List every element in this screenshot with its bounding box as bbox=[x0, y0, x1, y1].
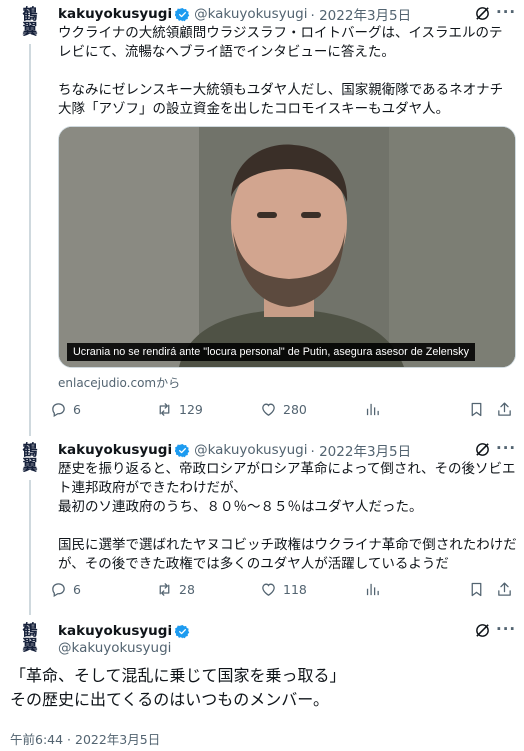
like-count: 280 bbox=[283, 402, 307, 417]
heart-icon bbox=[262, 583, 275, 596]
avatar[interactable]: 鶴 翼 bbox=[12, 4, 48, 40]
action-bar: 6 28 118 bbox=[50, 581, 514, 601]
handle[interactable]: @kakuyokusyugi bbox=[194, 442, 307, 458]
more-options-icon[interactable]: ··· bbox=[496, 3, 516, 21]
link-source[interactable]: enlacejudio.comから bbox=[58, 374, 180, 391]
verified-badge-icon bbox=[175, 443, 190, 457]
reply-icon bbox=[52, 403, 65, 418]
tweet-header: kakuyokusyugi @kakuyokusyugi · 2022年3月5日 bbox=[58, 440, 412, 460]
grok-icon[interactable] bbox=[474, 622, 491, 639]
reply-count: 6 bbox=[73, 402, 81, 417]
handle[interactable]: @kakuyokusyugi bbox=[58, 640, 171, 656]
bookmark-button[interactable] bbox=[468, 581, 491, 598]
tweet-1[interactable]: 鶴 翼 kakuyokusyugi @kakuyokusyugi · 2022年… bbox=[0, 0, 524, 436]
retweet-icon bbox=[159, 583, 170, 596]
bookmark-button[interactable] bbox=[468, 401, 491, 418]
bookmark-icon bbox=[471, 402, 482, 417]
grok-icon[interactable] bbox=[474, 5, 491, 22]
reply-button[interactable]: 6 bbox=[50, 401, 81, 418]
video-thumbnail[interactable]: Ucrania no se rendirá ante "locura perso… bbox=[58, 126, 516, 368]
share-icon bbox=[498, 402, 511, 416]
tweet-date[interactable]: · 2022年3月5日 bbox=[311, 440, 412, 460]
retweet-count: 28 bbox=[179, 582, 195, 597]
thread-line bbox=[29, 44, 31, 436]
avatar[interactable]: 鶴 翼 bbox=[12, 620, 48, 656]
grok-icon[interactable] bbox=[474, 441, 491, 458]
retweet-icon bbox=[159, 403, 170, 416]
avatar-glyph-bottom: 翼 bbox=[22, 456, 38, 474]
reply-count: 6 bbox=[73, 582, 81, 597]
tweet-date[interactable]: · 2022年3月5日 bbox=[311, 4, 412, 24]
tweet-header: kakuyokusyugi bbox=[58, 622, 194, 640]
verified-badge-icon bbox=[175, 624, 190, 638]
video-caption: Ucrania no se rendirá ante "locura perso… bbox=[67, 343, 475, 361]
display-name[interactable]: kakuyokusyugi bbox=[58, 6, 172, 22]
more-options-icon[interactable]: ··· bbox=[496, 620, 516, 638]
video-frame-image bbox=[59, 127, 515, 367]
handle[interactable]: @kakuyokusyugi bbox=[194, 6, 307, 22]
share-button[interactable] bbox=[496, 401, 519, 418]
tweet-2[interactable]: 鶴 翼 kakuyokusyugi @kakuyokusyugi · 2022年… bbox=[0, 436, 524, 615]
tweet-timestamp[interactable]: 午前6:44 · 2022年3月5日 bbox=[10, 729, 160, 748]
bookmark-icon bbox=[471, 582, 482, 597]
verified-badge-icon bbox=[175, 7, 190, 21]
views-button[interactable] bbox=[364, 401, 387, 418]
thread-line bbox=[29, 480, 31, 615]
share-button[interactable] bbox=[496, 581, 519, 598]
tweet-text: 「革命、そして混乱に乗じて国家を乗っ取る」 その歴史に出てくるのはいつものメンバ… bbox=[10, 666, 346, 709]
like-count: 118 bbox=[283, 582, 307, 597]
display-name[interactable]: kakuyokusyugi bbox=[58, 442, 172, 458]
more-options-icon[interactable]: ··· bbox=[496, 439, 516, 457]
heart-icon bbox=[262, 403, 275, 416]
tweet-text: ウクライナの大統領顧問ウラジスラフ・ロイトバーグは、イスラエルのテレビにて、流暢… bbox=[58, 25, 504, 117]
avatar-glyph-bottom: 翼 bbox=[22, 20, 38, 38]
retweet-button[interactable]: 28 bbox=[156, 581, 195, 598]
like-button[interactable]: 280 bbox=[260, 401, 307, 418]
action-bar: 6 129 280 bbox=[50, 401, 514, 421]
display-name[interactable]: kakuyokusyugi bbox=[58, 623, 172, 639]
reply-button[interactable]: 6 bbox=[50, 581, 81, 598]
like-button[interactable]: 118 bbox=[260, 581, 307, 598]
views-button[interactable] bbox=[364, 581, 387, 598]
retweet-count: 129 bbox=[179, 402, 203, 417]
reply-icon bbox=[52, 583, 65, 598]
retweet-button[interactable]: 129 bbox=[156, 401, 203, 418]
tweet-text: 歴史を振り返ると、帝政ロシアがロシア革命によって倒され、その後ソビエト連邦政府が… bbox=[58, 461, 517, 572]
tweet-3-focused: 鶴 翼 kakuyokusyugi @kakuyokusyugi ··· 「革命… bbox=[0, 616, 524, 751]
analytics-icon bbox=[366, 403, 379, 416]
share-icon bbox=[498, 582, 511, 596]
tweet-header: kakuyokusyugi @kakuyokusyugi · 2022年3月5日 bbox=[58, 4, 412, 24]
avatar[interactable]: 鶴 翼 bbox=[12, 440, 48, 476]
avatar-glyph-bottom: 翼 bbox=[22, 636, 38, 654]
analytics-icon bbox=[366, 583, 379, 596]
